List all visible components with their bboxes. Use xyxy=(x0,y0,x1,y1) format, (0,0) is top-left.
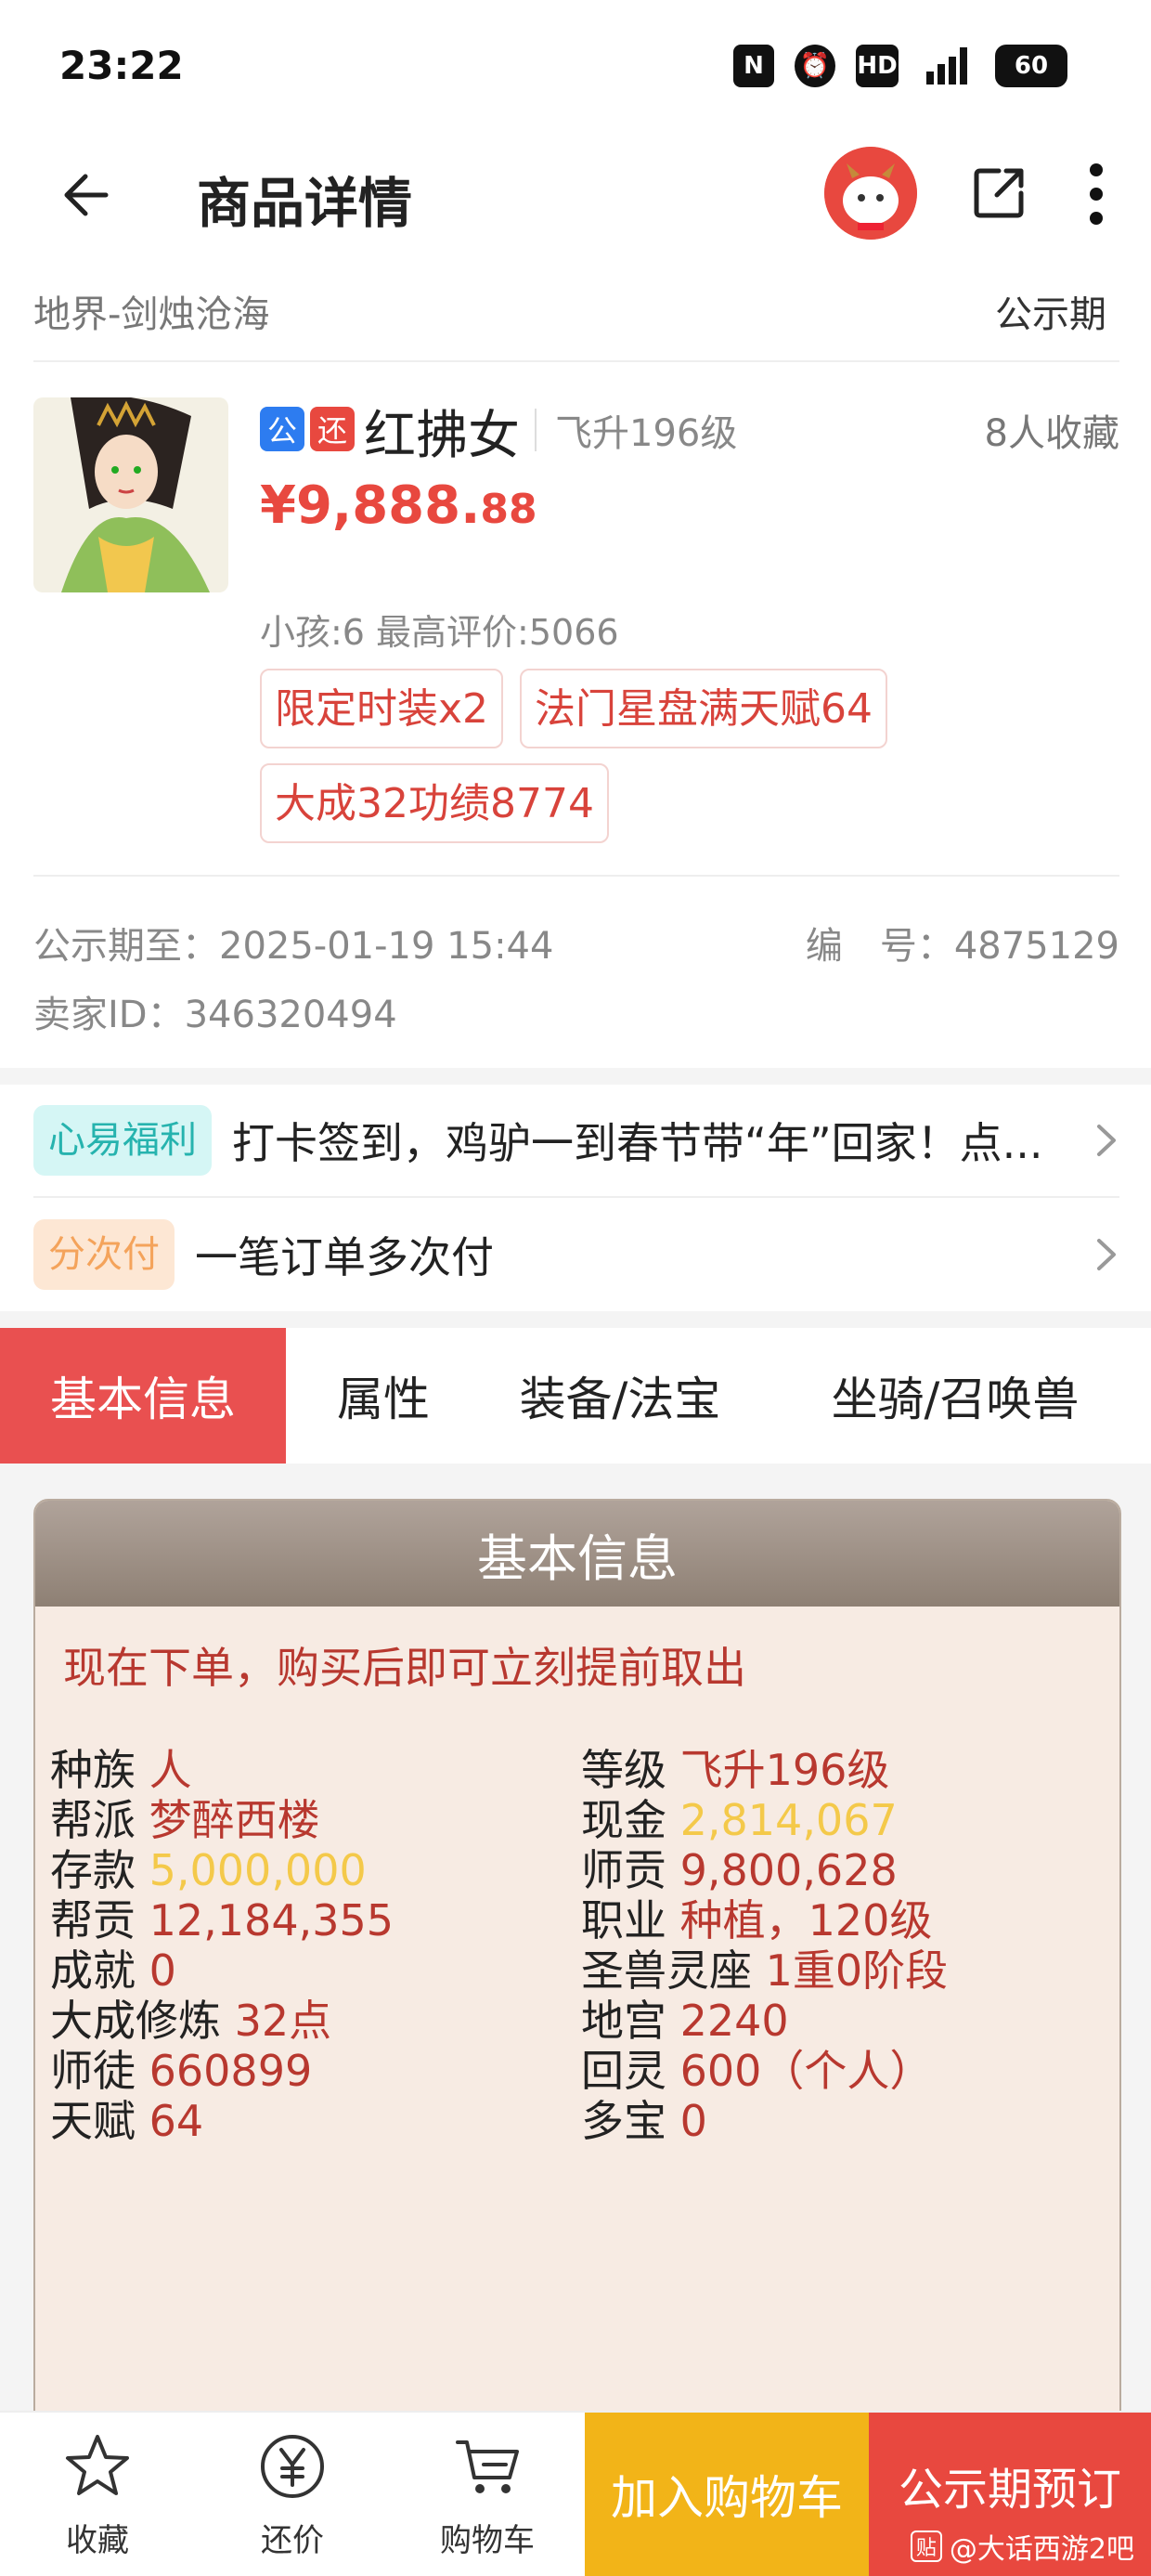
card-notice: 现在下单，购买后即可立刻提前取出 xyxy=(63,1643,746,1693)
status-time: 23:22 xyxy=(59,43,184,88)
favorite-label: 收藏 xyxy=(66,2522,129,2559)
tab-bar: 基本信息 属性 装备/法宝 坐骑/召唤兽 xyxy=(0,1328,1151,1464)
promo-installment[interactable]: 分次付 一笔订单多次付 xyxy=(33,1198,1119,1311)
chevron-right-icon xyxy=(1097,1125,1116,1156)
product-name: 红拂女 xyxy=(364,406,520,466)
basic-info-card: 基本信息 现在下单，购买后即可立刻提前取出 种族 人 帮派 梦醉西楼 存款 5,… xyxy=(33,1499,1121,2427)
badges: 公 还 xyxy=(260,407,355,451)
add-to-cart-button[interactable]: 加入购物车 xyxy=(585,2413,869,2576)
reserve-button[interactable]: 公示期预订 贴 @大话西游2吧 xyxy=(869,2413,1151,2576)
nav-bar: 商品详情 xyxy=(0,139,1151,251)
tag[interactable]: 限定时装x2 xyxy=(260,669,504,748)
bargain-badge: 还 xyxy=(310,407,355,451)
price: ¥9,888.88 xyxy=(260,475,537,536)
server-name: 地界-剑烛沧海 xyxy=(33,293,270,336)
cart-label: 购物车 xyxy=(440,2522,535,2559)
bottom-action-bar: 收藏 还价 购物车 加入购物车 公示期预订 贴 @大话西游2吧 xyxy=(0,2411,1151,2576)
bargain-button[interactable]: 还价 xyxy=(195,2413,390,2576)
tag[interactable]: 大成32功绩8774 xyxy=(260,763,609,843)
cart-button[interactable]: 购物车 xyxy=(390,2413,585,2576)
avatar[interactable] xyxy=(824,147,917,240)
watermark-text: @大话西游2吧 xyxy=(949,2533,1134,2566)
info-key: 多宝 xyxy=(581,2096,666,2146)
tab-mounts-pets[interactable]: 坐骑/召唤兽 xyxy=(759,1328,1151,1464)
tag-list: 限定时装x2 法门星盘满天赋64 大成32功绩8774 xyxy=(260,669,1002,843)
info-value: 1重0阶段 xyxy=(765,1945,949,1996)
server-row: 地界-剑烛沧海 公示期 xyxy=(33,279,1119,362)
public-deadline: 公示期至：2025-01-19 15:44 xyxy=(33,925,554,968)
price-decimal: 88 xyxy=(480,486,537,533)
info-value: 64 xyxy=(149,2096,204,2146)
tieba-logo-icon: 贴 xyxy=(910,2530,942,2562)
info-value: 0 xyxy=(679,2096,707,2146)
tag[interactable]: 法门星盘满天赋64 xyxy=(520,669,888,748)
hd-icon: HD xyxy=(856,45,899,87)
info-value: 600（个人） xyxy=(679,2046,933,2096)
character-portrait[interactable] xyxy=(33,397,228,592)
product-level: 飞升196级 xyxy=(555,412,738,455)
info-talent: 天赋 64 xyxy=(50,2088,203,2149)
listing-number: 编 号：4875129 xyxy=(805,925,1119,968)
cart-icon xyxy=(456,2440,519,2493)
nfc-icon: N xyxy=(733,45,774,87)
watermark: 贴 @大话西游2吧 xyxy=(910,2526,1134,2567)
promo-text: 打卡签到，鸡驴一到春节带“年”回家！点... xyxy=(232,1118,1043,1168)
battery-icon: 60 xyxy=(995,45,1067,87)
favorite-button[interactable]: 收藏 xyxy=(0,2413,195,2576)
kids-rating: 小孩:6 最高评价:5066 xyxy=(260,612,619,653)
promo-welfare[interactable]: 心易福利 打卡签到，鸡驴一到春节带“年”回家！点... xyxy=(33,1085,1119,1198)
info-duobao: 多宝 0 xyxy=(581,2088,707,2149)
tab-basic-info[interactable]: 基本信息 xyxy=(0,1328,286,1464)
promo-label: 分次付 xyxy=(33,1219,175,1290)
status-icons: N ⏰ HD 60 xyxy=(733,45,1067,87)
share-icon[interactable] xyxy=(971,163,1028,221)
page-title: 商品详情 xyxy=(197,172,413,235)
tab-attributes[interactable]: 属性 xyxy=(286,1328,481,1464)
product-summary: 公 还 红拂女 飞升196级 8人收藏 ¥9,888.88 小孩:6 最高评价:… xyxy=(33,397,1119,880)
star-icon xyxy=(66,2435,129,2495)
promo-label: 心易福利 xyxy=(33,1105,212,1176)
section-gap xyxy=(0,1311,1151,1328)
favorites-count: 8人收藏 xyxy=(984,412,1119,455)
promo-text: 一笔订单多次付 xyxy=(195,1232,494,1282)
back-arrow-icon[interactable] xyxy=(58,165,117,225)
public-badge: 公 xyxy=(260,407,304,451)
chevron-right-icon xyxy=(1097,1239,1116,1270)
listing-status: 公示期 xyxy=(995,293,1106,336)
bargain-label: 还价 xyxy=(261,2522,324,2559)
info-key: 天赋 xyxy=(50,2096,136,2146)
reserve-label: 公示期预订 xyxy=(898,2464,1121,2516)
signal-icon xyxy=(919,45,975,87)
tab-equipment[interactable]: 装备/法宝 xyxy=(481,1328,759,1464)
status-bar: 23:22 N ⏰ HD 60 xyxy=(0,0,1151,139)
card-title: 基本信息 xyxy=(35,1501,1119,1607)
divider xyxy=(535,409,537,451)
seller-id: 卖家ID：346320494 xyxy=(33,994,397,1036)
more-menu-icon[interactable] xyxy=(1082,163,1110,225)
price-main: ¥9,888. xyxy=(260,475,481,536)
yuan-icon xyxy=(261,2435,324,2498)
alarm-icon: ⏰ xyxy=(795,45,835,87)
info-value: 12,184,355 xyxy=(149,1895,394,1945)
section-gap xyxy=(0,1068,1151,1085)
listing-meta: 公示期至：2025-01-19 15:44 编 号：4875129 卖家ID：3… xyxy=(33,875,1119,1042)
